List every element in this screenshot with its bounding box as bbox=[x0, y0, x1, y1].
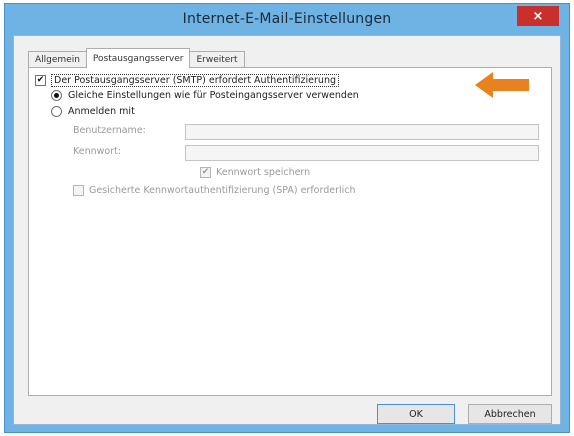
username-label: Benutzername: bbox=[73, 125, 146, 136]
checkmark-icon: ✔ bbox=[36, 75, 45, 85]
tab-strip: Allgemein Postausgangsserver Erweitert bbox=[28, 48, 245, 68]
tab-label: Postausgangsserver bbox=[92, 53, 184, 64]
save-password-checkbox[interactable]: ✔ bbox=[200, 167, 211, 178]
username-label-row: Benutzername: bbox=[73, 125, 146, 136]
smtp-auth-row[interactable]: ✔ Der Postausgangsserver (SMTP) erforder… bbox=[35, 74, 339, 87]
spa-checkbox[interactable] bbox=[73, 185, 84, 196]
login-with-radio[interactable] bbox=[51, 106, 62, 117]
tab-label: Erweitert bbox=[196, 55, 238, 65]
same-settings-radio[interactable] bbox=[51, 90, 62, 101]
ok-button-label: OK bbox=[409, 408, 423, 420]
cancel-button-label: Abbrechen bbox=[484, 408, 536, 420]
close-icon: × bbox=[532, 8, 544, 24]
close-button[interactable]: × bbox=[517, 6, 559, 26]
password-input[interactable] bbox=[185, 145, 539, 161]
login-with-row[interactable]: Anmelden mit bbox=[51, 106, 135, 117]
spa-row[interactable]: Gesicherte Kennwortauthentifizierung (SP… bbox=[73, 185, 356, 196]
spa-label: Gesicherte Kennwortauthentifizierung (SP… bbox=[89, 185, 356, 196]
dialog-window: Internet-E-Mail-Einstellungen × Allgemei… bbox=[4, 3, 570, 433]
same-settings-label: Gleiche Einstellungen wie für Posteingan… bbox=[68, 90, 359, 101]
cancel-button[interactable]: Abbrechen bbox=[468, 404, 552, 424]
title-bar[interactable]: Internet-E-Mail-Einstellungen × bbox=[5, 4, 569, 34]
password-label: Kennwort: bbox=[73, 146, 122, 157]
tab-erweitert[interactable]: Erweitert bbox=[189, 51, 245, 68]
tab-panel-postausgangsserver: ✔ Der Postausgangsserver (SMTP) erforder… bbox=[28, 67, 552, 396]
tab-postausgangsserver[interactable]: Postausgangsserver bbox=[85, 48, 191, 68]
smtp-auth-checkbox[interactable]: ✔ bbox=[35, 75, 46, 86]
username-input[interactable] bbox=[185, 124, 539, 140]
arrow-shape bbox=[475, 72, 529, 98]
orange-arrow-icon bbox=[475, 72, 529, 98]
smtp-auth-label: Der Postausgangsserver (SMTP) erfordert … bbox=[51, 74, 339, 87]
save-password-label: Kennwort speichern bbox=[216, 167, 311, 178]
password-label-row: Kennwort: bbox=[73, 146, 121, 157]
save-password-row[interactable]: ✔ Kennwort speichern bbox=[200, 167, 310, 178]
checkmark-icon: ✔ bbox=[201, 167, 210, 177]
same-settings-row[interactable]: Gleiche Einstellungen wie für Posteingan… bbox=[51, 90, 359, 101]
dialog-title: Internet-E-Mail-Einstellungen bbox=[182, 11, 392, 27]
tab-allgemein[interactable]: Allgemein bbox=[28, 51, 87, 68]
ok-button[interactable]: OK bbox=[377, 404, 455, 424]
login-with-label: Anmelden mit bbox=[68, 106, 135, 117]
tab-label: Allgemein bbox=[35, 55, 80, 65]
